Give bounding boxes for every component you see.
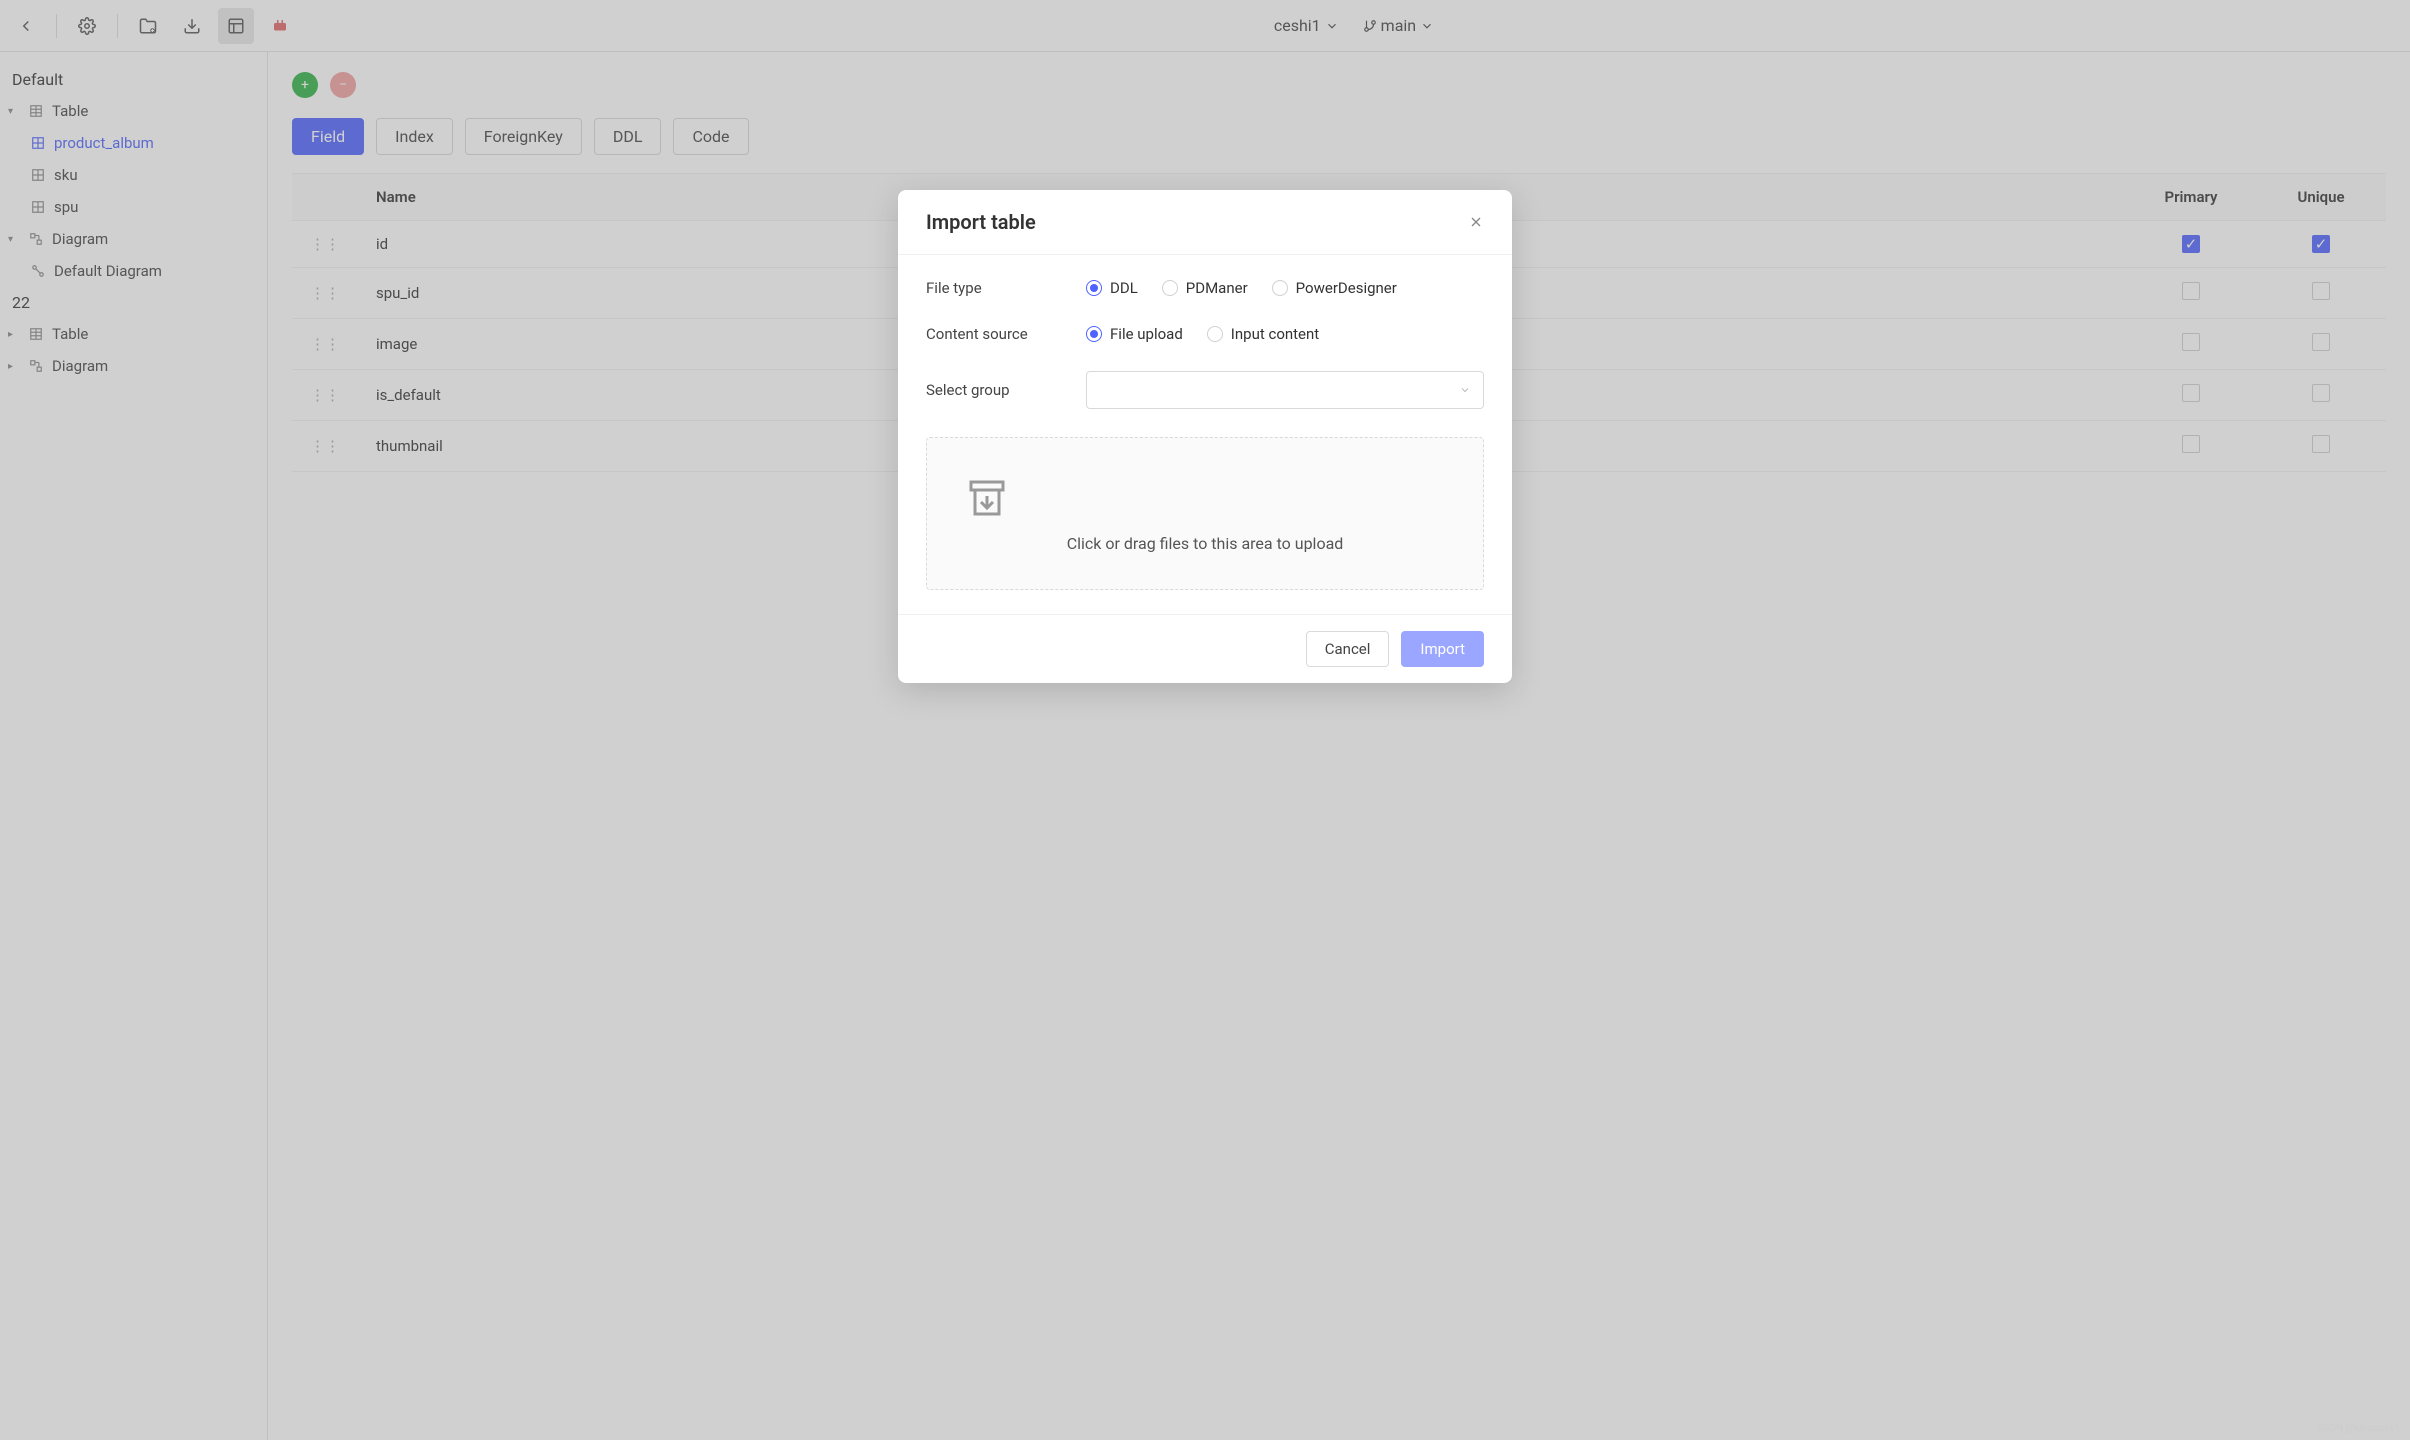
- modal-overlay[interactable]: Import table File type DDL PDManer PowerDe…: [0, 0, 2410, 1440]
- file-type-radio-pdmaner[interactable]: PDManer: [1162, 279, 1248, 297]
- radio-label: PowerDesigner: [1296, 279, 1397, 297]
- close-button[interactable]: [1468, 214, 1484, 230]
- radio-label: File upload: [1110, 325, 1183, 343]
- radio-label: Input content: [1231, 325, 1319, 343]
- cancel-button[interactable]: Cancel: [1306, 631, 1390, 667]
- upload-dropzone[interactable]: Click or drag files to this area to uplo…: [926, 437, 1484, 590]
- import-table-modal: Import table File type DDL PDManer PowerDe…: [898, 190, 1512, 683]
- radio-dot: [1272, 280, 1288, 296]
- select-group-dropdown[interactable]: [1086, 371, 1484, 409]
- radio-dot: [1086, 280, 1102, 296]
- content-source-label: Content source: [926, 325, 1086, 343]
- radio-label: DDL: [1110, 279, 1138, 297]
- file-type-radio-powerdesigner[interactable]: PowerDesigner: [1272, 279, 1397, 297]
- modal-title: Import table: [926, 210, 1036, 234]
- content-source-radio-input-content[interactable]: Input content: [1207, 325, 1319, 343]
- radio-dot: [1162, 280, 1178, 296]
- inbox-icon: [963, 474, 1447, 522]
- file-type-radio-ddl[interactable]: DDL: [1086, 279, 1138, 297]
- chevron-down-icon: [1459, 384, 1471, 396]
- radio-dot: [1086, 326, 1102, 342]
- watermark: CSDN @kingapex1: [2317, 1423, 2400, 1434]
- radio-label: PDManer: [1186, 279, 1248, 297]
- import-button[interactable]: Import: [1401, 631, 1484, 667]
- file-type-label: File type: [926, 279, 1086, 297]
- upload-text: Click or drag files to this area to uplo…: [963, 534, 1447, 553]
- select-group-label: Select group: [926, 381, 1086, 399]
- close-icon: [1468, 214, 1484, 230]
- radio-dot: [1207, 326, 1223, 342]
- content-source-radio-file-upload[interactable]: File upload: [1086, 325, 1183, 343]
